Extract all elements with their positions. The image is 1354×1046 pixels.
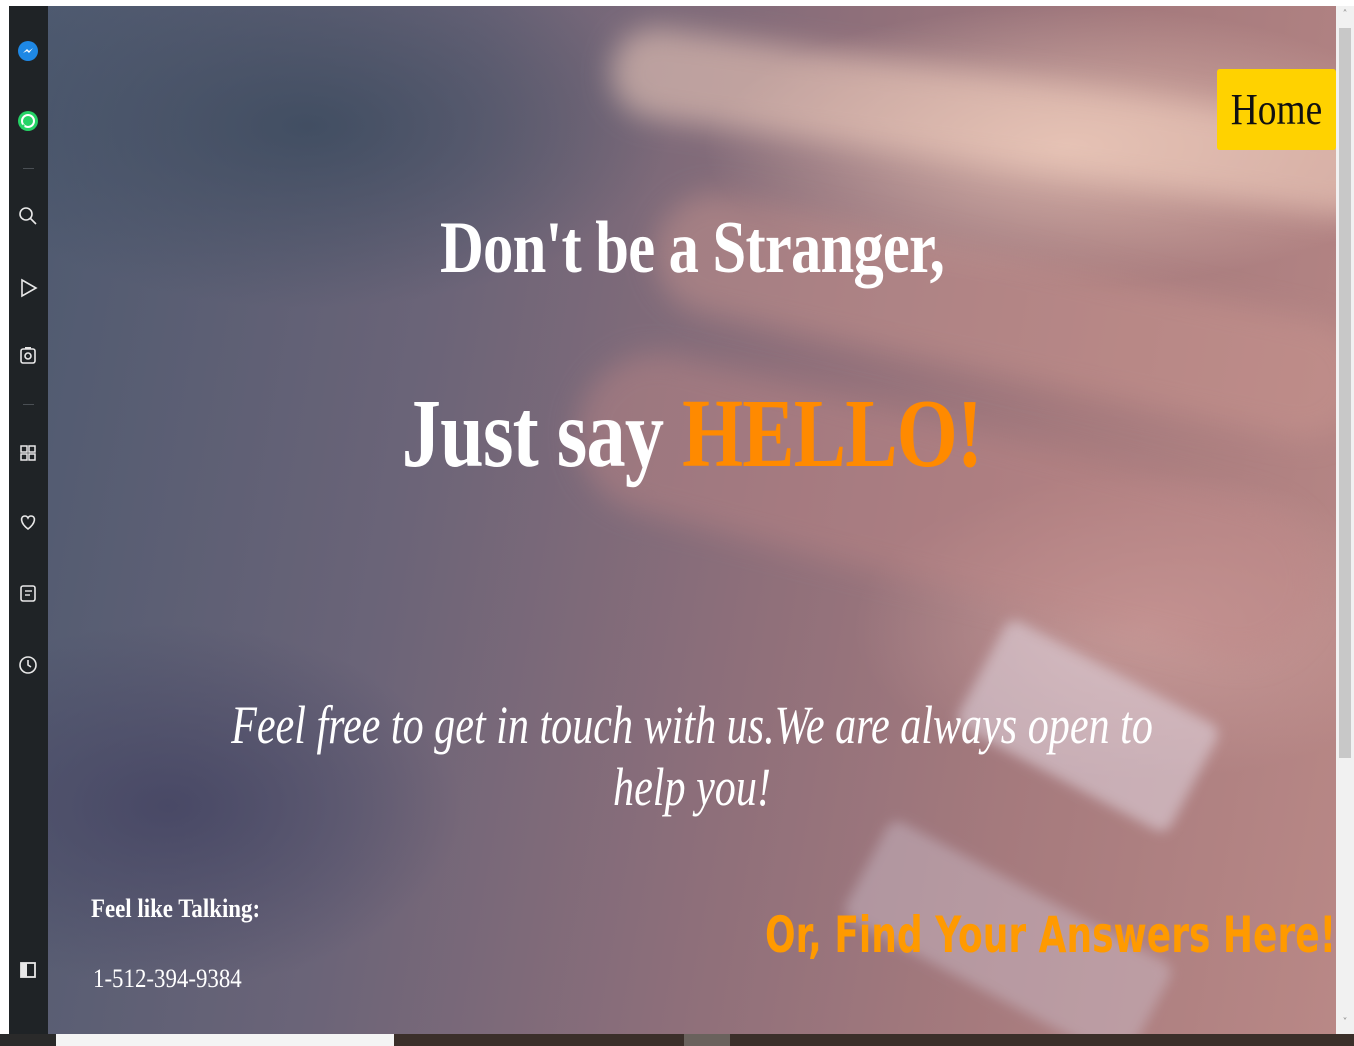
hero-heading-accent: HELLO!	[682, 380, 983, 488]
camera-icon[interactable]	[16, 343, 40, 367]
page-scrollbar[interactable]: ˄ ˅	[1336, 6, 1354, 1034]
contact-phone-link[interactable]: 1-512-394-9384	[93, 964, 242, 994]
sidebar-divider	[23, 168, 34, 169]
messenger-icon[interactable]	[16, 39, 40, 63]
hero-heading-line2: Just say HELLO!	[177, 378, 1207, 490]
whatsapp-icon[interactable]	[16, 109, 40, 133]
play-icon[interactable]	[16, 276, 40, 300]
heart-icon[interactable]	[16, 510, 40, 534]
contact-label: Feel like Talking:	[91, 894, 261, 923]
apps-icon[interactable]	[16, 441, 40, 465]
home-button[interactable]: Home	[1217, 69, 1336, 150]
scroll-thumb[interactable]	[1339, 28, 1351, 758]
sidebar-divider	[23, 404, 34, 405]
taskbar-start[interactable]	[0, 1034, 56, 1046]
history-icon[interactable]	[16, 653, 40, 677]
taskbar-app[interactable]	[684, 1034, 730, 1046]
search-icon[interactable]	[16, 204, 40, 228]
find-answers-link[interactable]: Or, Find Your Answers Here!	[765, 906, 1336, 964]
sidebar-toggle-icon[interactable]	[16, 958, 40, 982]
hero-section: Home Don't be a Stranger, Just say HELLO…	[48, 6, 1336, 1034]
hero-heading-prefix: Just say	[401, 380, 683, 488]
notes-icon[interactable]	[16, 581, 40, 605]
hero-tagline: Feel free to get in touch with us.We are…	[231, 695, 1153, 817]
browser-sidebar	[9, 6, 48, 1034]
taskbar	[0, 1034, 1354, 1046]
scroll-up-icon[interactable]: ˄	[1338, 8, 1352, 22]
hero-heading-line1: Don't be a Stranger,	[440, 207, 945, 289]
taskbar-search[interactable]	[56, 1034, 394, 1046]
scroll-down-icon[interactable]: ˅	[1338, 1016, 1352, 1030]
